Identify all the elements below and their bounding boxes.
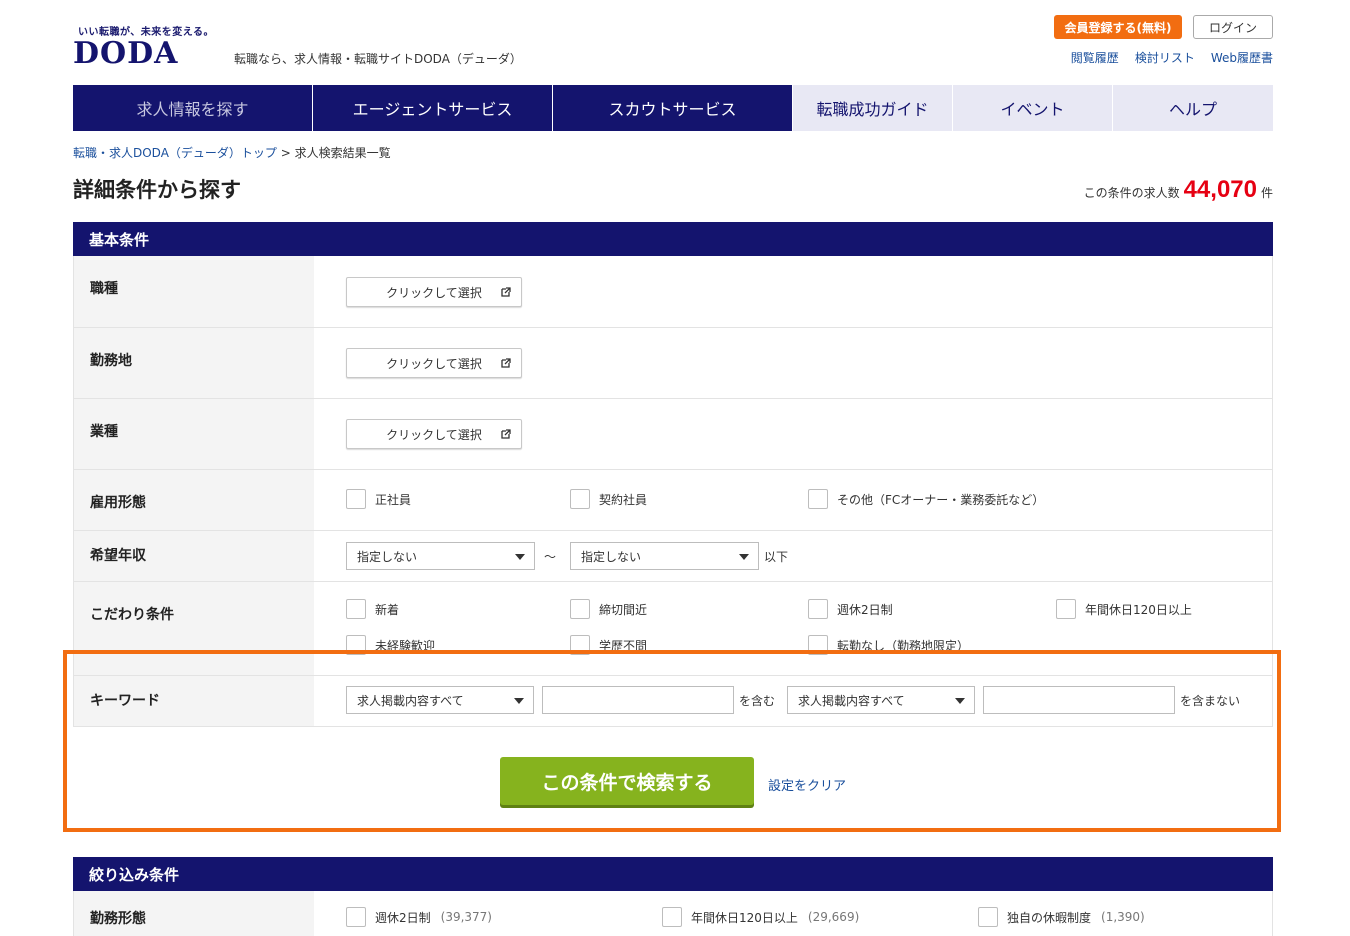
checkbox-box[interactable] [808,489,828,509]
dropdown-arrow-icon [739,554,749,560]
narrow-120-holidays-checkbox[interactable]: 年間休日120日以上 (29,669) [662,907,859,927]
option-count: (1,390) [1101,910,1145,924]
employment-contract-checkbox[interactable]: 契約社員 [570,489,647,509]
checkbox-box[interactable] [346,489,366,509]
breadcrumb-separator: > [280,146,291,160]
location-row: 勤務地 クリックして選択 [73,328,1273,399]
page-title: 詳細条件から探す [73,178,241,202]
web-resume-link[interactable]: Web履歴書 [1211,49,1273,66]
checkbox-label: 締切間近 [599,602,648,617]
feature-two-day-weekend-checkbox[interactable]: 週休2日制 [808,599,893,619]
checkbox-box[interactable] [978,907,998,927]
checkbox-label: 年間休日120日以上 [1085,602,1192,617]
external-link-icon [501,429,511,439]
occupation-row: 職種 クリックして選択 [73,256,1273,328]
salary-min-value: 指定しない [357,549,418,564]
narrow-two-day-weekend-checkbox[interactable]: 週休2日制 (39,377) [346,907,492,927]
salary-max-value: 指定しない [581,549,642,564]
global-nav: 求人情報を探す エージェントサービス スカウトサービス 転職成功ガイド イベント… [73,85,1273,131]
checkbox-label: 正社員 [375,492,412,507]
salary-min-select[interactable]: 指定しない [346,542,535,570]
checkbox-label: その他（FCオーナー・業務委託など） [837,492,1045,507]
checkbox-box[interactable] [662,907,682,927]
result-count: この条件の求人数 44,070 件 [1030,176,1273,204]
tab-help[interactable]: ヘルプ [1113,85,1273,131]
salary-row: 希望年収 指定しない ～ 指定しない 以下 [73,531,1273,582]
checkbox-label: 新着 [375,602,400,617]
salary-label: 希望年収 [74,531,314,581]
location-label: 勤務地 [74,328,314,398]
checkbox-box[interactable] [570,599,590,619]
register-button[interactable]: 会員登録する(無料) [1054,15,1182,39]
occupation-select-label: クリックして選択 [386,285,482,300]
occupation-select-button[interactable]: クリックして選択 [346,277,522,307]
feature-deadline-checkbox[interactable]: 締切間近 [570,599,647,619]
narrow-original-leave-checkbox[interactable]: 独自の休暇制度 (1,390) [978,907,1145,927]
workstyle-label: 勤務形態 [74,891,314,936]
tab-events[interactable]: イベント [953,85,1113,131]
history-link[interactable]: 閲覧履歴 [1071,49,1119,66]
occupation-label: 職種 [74,256,314,327]
checkbox-box[interactable] [1056,599,1076,619]
watchlist-link[interactable]: 検討リスト [1135,49,1195,66]
breadcrumb-current: 求人検索結果一覧 [294,146,391,160]
checkbox-box[interactable] [808,599,828,619]
feature-120-holidays-checkbox[interactable]: 年間休日120日以上 [1056,599,1192,619]
breadcrumb: 転職・求人DODA（デューダ）トップ > 求人検索結果一覧 [73,144,391,161]
location-select-label: クリックして選択 [386,356,482,371]
checkbox-box[interactable] [346,599,366,619]
tab-scout-service[interactable]: スカウトサービス [553,85,793,131]
industry-select-button[interactable]: クリックして選択 [346,419,522,449]
narrow-conditions-heading: 絞り込み条件 [73,857,1273,891]
checkbox-box[interactable] [346,907,366,927]
employment-fulltime-checkbox[interactable]: 正社員 [346,489,411,509]
login-button[interactable]: ログイン [1193,15,1273,39]
breadcrumb-home-link[interactable]: 転職・求人DODA（デューダ）トップ [73,146,277,160]
employment-type-row: 雇用形態 正社員 契約社員 その他（FCオーナー・業務委託など） [73,470,1273,531]
checkbox-label: 独自の休暇制度 [1007,910,1092,925]
basic-conditions-heading: 基本条件 [73,222,1273,256]
option-count: (39,377) [440,910,492,924]
option-count: (29,669) [807,910,860,924]
feature-new-checkbox[interactable]: 新着 [346,599,399,619]
checkbox-label: 年間休日120日以上 [691,910,798,925]
workstyle-row: 勤務形態 週休2日制 (39,377) 年間休日120日以上 (29,669) 独自… [73,891,1273,936]
result-count-prefix: この条件の求人数 [1083,186,1180,200]
checkbox-label: 契約社員 [599,492,648,507]
result-count-value: 44,070 [1183,176,1257,203]
external-link-icon [501,287,511,297]
location-select-button[interactable]: クリックして選択 [346,348,522,378]
doda-logo[interactable]: DODA [73,38,178,70]
salary-tilde: ～ [544,550,557,564]
header-links: 閲覧履歴 検討リスト Web履歴書 [1060,49,1273,66]
tab-success-guide[interactable]: 転職成功ガイド [793,85,953,131]
checkbox-label: 週休2日制 [837,602,893,617]
result-count-suffix: 件 [1260,186,1273,200]
checkbox-label: 週休2日制 [375,910,431,925]
dropdown-arrow-icon [515,554,525,560]
employment-other-checkbox[interactable]: その他（FCオーナー・業務委託など） [808,489,1044,509]
tab-agent-service[interactable]: エージェントサービス [313,85,553,131]
tab-job-search[interactable]: 求人情報を探す [73,85,313,131]
industry-label: 業種 [74,399,314,469]
checkbox-box[interactable] [570,489,590,509]
site-description: 転職なら、求人情報・転職サイトDODA（デューダ） [234,52,522,66]
employment-type-label: 雇用形態 [74,470,314,530]
industry-row: 業種 クリックして選択 [73,399,1273,470]
highlight-frame [63,650,1281,832]
salary-max-select[interactable]: 指定しない [570,542,759,570]
industry-select-label: クリックして選択 [386,427,482,442]
external-link-icon [501,358,511,368]
salary-suffix: 以下 [764,550,789,564]
